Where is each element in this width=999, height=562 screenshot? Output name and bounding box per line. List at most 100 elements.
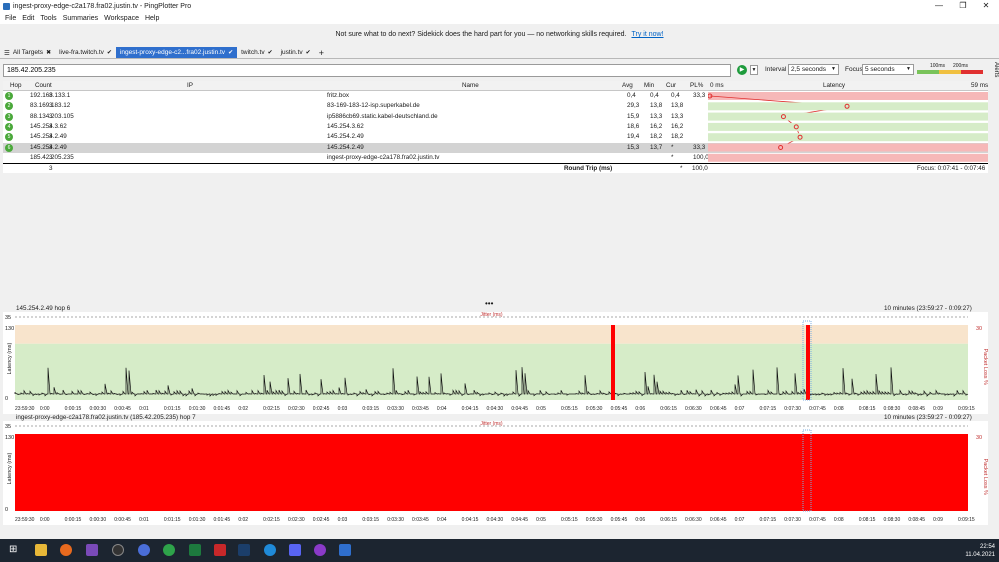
app-icon <box>3 2 10 10</box>
graph1-title: 145.254.2.49 hop 6 <box>16 305 71 312</box>
good-band <box>15 343 968 400</box>
menu-edit[interactable]: Edit <box>22 15 34 22</box>
close-icon[interactable]: ✖ <box>46 49 51 56</box>
time-tick-label: 0:00 <box>40 406 50 412</box>
col-cur[interactable]: Cur <box>666 82 676 89</box>
pingplotter-icon[interactable] <box>339 544 351 556</box>
check-icon: ✔ <box>106 50 112 56</box>
y2-max-label: 30 <box>976 435 982 441</box>
time-tick-label: 0:06:45 <box>710 517 727 523</box>
add-tab-button[interactable]: + <box>315 47 328 58</box>
interval-value: 2,5 seconds <box>791 66 827 73</box>
chevron-down-icon: ▼ <box>906 66 911 72</box>
time-tick-label: 0:04:30 <box>487 517 504 523</box>
minimize-icon[interactable]: — <box>926 0 952 12</box>
start-icon[interactable]: ⊞ <box>9 544 21 556</box>
time-tick-label: 0:03 <box>338 517 348 523</box>
menu-help[interactable]: Help <box>145 15 159 22</box>
cell-cur: 0,4 <box>671 92 680 99</box>
y2-max-label: 30 <box>976 326 982 332</box>
trace-grid: Hop Count IP Name Avg Min Cur PL% 0 ms L… <box>3 81 988 173</box>
time-tick-label: 0:04 <box>437 406 447 412</box>
graph2-range: 10 minutes (23:59:27 - 0:09:27) <box>884 414 972 421</box>
cell-cur: 16,2 <box>671 122 684 130</box>
chrome-icon[interactable] <box>163 544 175 556</box>
lightning-icon[interactable] <box>214 544 226 556</box>
steam-icon[interactable] <box>238 544 250 556</box>
menu-bar: File Edit Tools Summaries Workspace Help <box>0 12 999 24</box>
col-avg[interactable]: Avg <box>622 82 633 89</box>
time-tick-label: 0:08:15 <box>859 406 876 412</box>
menu-workspace[interactable]: Workspace <box>104 15 139 22</box>
cell-name: fritz.box <box>327 92 350 99</box>
time-tick-label: 0:08:30 <box>884 517 901 523</box>
tab-ingest-proxy[interactable]: ingest-proxy-edge-c2...fra02.justin.tv ✔ <box>115 47 238 58</box>
banner-link[interactable]: Try it now! <box>631 31 663 38</box>
close-icon[interactable]: ✕ <box>973 0 999 12</box>
latency-band <box>708 153 988 162</box>
cell-ip: 185.42.205.235 <box>30 153 74 161</box>
time-tick-label: 0:01:45 <box>214 406 231 412</box>
time-tick-label: 0:05 <box>536 517 546 523</box>
menu-file[interactable]: File <box>5 15 16 22</box>
splitter-handle[interactable]: ••• <box>485 299 493 308</box>
play-button[interactable]: ▶ <box>737 65 747 75</box>
focus-value: 5 seconds <box>865 66 895 73</box>
edge-icon[interactable] <box>264 544 276 556</box>
target-input[interactable] <box>3 64 731 77</box>
check-icon: ✔ <box>305 50 311 56</box>
tab-twitch[interactable]: twitch.tv ✔ <box>237 47 277 58</box>
cell-name: ip5886cb69.static.kabel-deutschland.de <box>327 112 438 120</box>
promo-banner: Not sure what to do next? Sidekick does … <box>0 31 999 43</box>
time-tick-label: 0:06:15 <box>660 517 677 523</box>
folder-icon[interactable] <box>35 544 47 556</box>
col-pl[interactable]: PL% <box>690 82 703 89</box>
graph1-range: 10 minutes (23:59:27 - 0:09:27) <box>884 305 972 312</box>
col-latency[interactable]: Latency <box>823 82 845 89</box>
col-hop[interactable]: Hop <box>10 82 22 89</box>
circle-app-icon[interactable] <box>314 544 326 556</box>
time-tick-label: 0:04:45 <box>511 406 528 412</box>
cell-min: 13,3 <box>650 112 663 120</box>
time-tick-label: 0:00:30 <box>89 406 106 412</box>
taskbar: ⊞ 22:54 11.04.2021 <box>0 539 999 562</box>
scale-good <box>917 70 939 74</box>
loss-bar <box>611 325 615 400</box>
cell-avg: 0,4 <box>627 92 636 99</box>
tab-live-fra[interactable]: live-fra.twitch.tv ✔ <box>55 47 116 58</box>
col-name[interactable]: Name <box>462 82 479 89</box>
time-tick-label: 0:02:15 <box>263 406 280 412</box>
graph1-plot: Jitter (ms) 35 130 0 30 Latency (ms) Packet Lo… <box>5 312 988 412</box>
alerts-tab[interactable]: Alerts <box>989 62 999 92</box>
graph2-title: ingest-proxy-edge-c2a178.fra02.justin.tv… <box>16 414 196 421</box>
cell-name: 83-169-183-12-isp.superkabel.de <box>327 102 420 110</box>
clock[interactable]: 22:54 11.04.2021 <box>965 543 995 559</box>
discord-icon[interactable] <box>289 544 301 556</box>
footer-label: Round Trip (ms) <box>564 165 613 172</box>
time-tick-label: 0:07:15 <box>759 406 776 412</box>
play-dropdown[interactable]: ▼ <box>750 65 758 75</box>
menu-tools[interactable]: Tools <box>40 15 56 22</box>
col-count[interactable]: Count <box>35 82 52 89</box>
twitch-studio-icon[interactable] <box>86 544 98 556</box>
app-b-icon[interactable] <box>138 544 150 556</box>
col-ip[interactable]: IP <box>187 82 193 89</box>
y2-axis-label: Packet Loss % <box>982 349 988 385</box>
cell-min: 13,7 <box>650 143 663 151</box>
spreadsheet-icon[interactable] <box>189 544 201 556</box>
col-min[interactable]: Min <box>644 82 654 89</box>
latency-scale: 100ms 200ms <box>917 63 983 74</box>
menu-summaries[interactable]: Summaries <box>63 15 98 22</box>
tab-label: All Targets <box>12 49 44 56</box>
tab-justin[interactable]: justin.tv ✔ <box>277 47 315 58</box>
grid-header: Hop Count IP Name Avg Min Cur PL% 0 ms L… <box>3 81 988 91</box>
obs-icon[interactable] <box>112 544 124 556</box>
firefox-icon[interactable] <box>60 544 72 556</box>
focus-select[interactable]: 5 seconds ▼ <box>862 64 914 75</box>
tab-label: twitch.tv <box>241 49 265 56</box>
time-tick-label: 0:07:45 <box>809 406 826 412</box>
cell-avg: 15,9 <box>627 112 640 120</box>
interval-select[interactable]: 2,5 seconds ▼ <box>788 64 839 75</box>
time-tick-label: 0:00:45 <box>114 517 131 523</box>
tab-all-targets[interactable]: ☰ All Targets ✖ <box>0 47 55 58</box>
